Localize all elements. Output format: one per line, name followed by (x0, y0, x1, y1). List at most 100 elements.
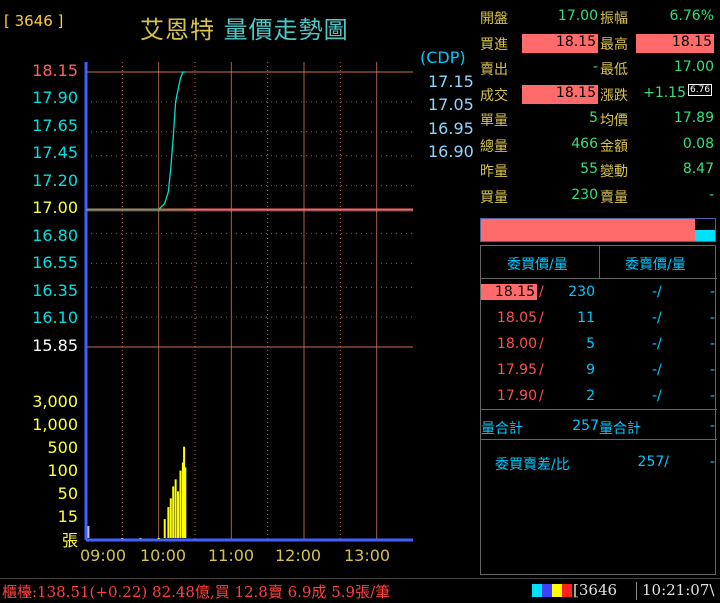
quote-label: 買進 (480, 36, 508, 53)
quote-value: - (708, 186, 714, 203)
diff-label: 委買賣差/比 (495, 457, 570, 473)
quote-label: 買量 (480, 189, 508, 206)
volume-bar (163, 519, 166, 538)
quote-value: - (592, 59, 598, 75)
ask-qty: - (709, 284, 715, 300)
separator: / (539, 362, 544, 378)
quote-label: 最高 (600, 36, 628, 53)
ask-header: 委賣價/量 (625, 257, 686, 273)
quote-value: 17.00 (673, 59, 714, 75)
ask-total-label: 量合計 (599, 421, 641, 437)
volume-bar (167, 507, 170, 538)
quote-label: 成交 (480, 87, 508, 104)
quote-value: 18.15 (522, 33, 598, 53)
ask-price: - (651, 336, 657, 352)
strength-fill (695, 230, 715, 241)
diff-value: 257/ (637, 454, 669, 470)
separator: / (657, 310, 662, 326)
quote-value: 6.76% (669, 8, 714, 24)
clock: 10:21:07\ (642, 581, 715, 599)
quote-label: 賣量 (600, 189, 628, 206)
ask-total: - (709, 418, 715, 434)
quote-label: 單量 (480, 113, 508, 129)
bid-qty: 11 (577, 310, 595, 326)
volume-bar (121, 538, 124, 539)
orderbook: 委買價/量 委賣價/量 18.15 230- - //18.05 11- - //18.00… (480, 245, 717, 575)
volume-bar (139, 538, 142, 539)
bid-total: 257 (572, 418, 599, 434)
separator: / (657, 284, 662, 300)
quote-value: 18.15 (636, 33, 714, 53)
status-stock-code[interactable]: [3646 (573, 581, 617, 599)
bid-price: 18.15 (481, 284, 537, 300)
volume-bars (87, 446, 187, 539)
quote-label: 總量 (480, 138, 508, 155)
ask-price: - (651, 362, 657, 378)
bid-qty: 5 (586, 336, 595, 352)
quote-label: 賣出 (480, 62, 508, 78)
ask-qty: - (709, 310, 715, 326)
quote-label: 漲跌 (600, 87, 628, 104)
strength-fill (481, 219, 695, 230)
volume-bar (172, 486, 175, 538)
ask-qty: - (709, 336, 715, 352)
quote-value: 5 (589, 110, 598, 126)
market-summary: 櫃檯:138.51(+0.22) 82.48億,買 12.8賣 6.9成 5.9… (2, 583, 391, 601)
ask-price: - (651, 284, 657, 300)
quote-value: 18.15 (522, 84, 598, 104)
bid-ask-strength-bar (480, 218, 716, 242)
quote-label: 振幅 (600, 11, 628, 27)
quote-value: 0.08 (682, 135, 714, 152)
volume-bar (179, 470, 182, 538)
separator: / (539, 336, 544, 352)
separator: / (539, 310, 544, 326)
volume-bar (184, 467, 187, 538)
bid-header: 委買價/量 (507, 257, 568, 273)
bid-qty: 2 (586, 388, 595, 404)
quote-label: 變動 (600, 164, 628, 180)
quote-panel: 開盤 17.00 振幅 6.76% 買進 18.15 最高 18.15 賣出 - 最低 17.00 成交… (478, 0, 720, 578)
volume-bar (157, 538, 160, 539)
separator: / (539, 284, 544, 300)
bid-price: 18.05 (496, 310, 537, 326)
quote-label: 均價 (600, 113, 628, 129)
quote-value: 17.00 (557, 8, 598, 24)
bid-qty: 230 (568, 284, 595, 300)
volume-bar (87, 526, 90, 538)
separator: / (657, 362, 662, 378)
bid-price: 18.00 (496, 336, 537, 352)
bid-total-label: 量合計 (481, 421, 523, 437)
quote-label: 開盤 (480, 11, 508, 27)
ask-price: - (651, 388, 657, 404)
quote-value: 17.89 (673, 110, 714, 126)
quote-value: 55 (580, 161, 598, 177)
price-volume-plot (84, 62, 413, 542)
separator: / (657, 336, 662, 352)
quote-value: 466 (571, 135, 598, 152)
quote-label: 昨量 (480, 164, 508, 180)
separator: / (657, 388, 662, 404)
grid (84, 62, 413, 542)
bid-price: 17.95 (496, 362, 537, 378)
volume-bar (174, 479, 177, 538)
bid-qty: 9 (586, 362, 595, 378)
quote-value: 230 (571, 186, 598, 203)
signal-indicator (532, 584, 572, 597)
chart-area: [ 3646 ] 艾恩特 量價走勢圖 (CDP) 17.15 17.05 16.… (0, 0, 478, 578)
plot-lines (86, 71, 186, 211)
strength-fill (481, 230, 695, 241)
bid-price: 17.90 (496, 388, 537, 404)
quote-value: +1.15 (643, 84, 686, 101)
status-bar: 櫃檯:138.51(+0.22) 82.48億,買 12.8賣 6.9成 5.9… (0, 578, 720, 603)
quote-label: 金額 (600, 138, 628, 155)
volume-bar (177, 491, 180, 538)
quote-label: 最低 (600, 62, 628, 78)
volume-bar (169, 498, 172, 538)
diff-ratio: - (709, 454, 715, 470)
ask-qty: - (709, 388, 715, 404)
quote-value: 8.47 (682, 161, 714, 177)
series-line (86, 71, 186, 211)
separator: / (539, 388, 544, 404)
ask-price: - (651, 310, 657, 326)
ask-qty: - (709, 362, 715, 378)
